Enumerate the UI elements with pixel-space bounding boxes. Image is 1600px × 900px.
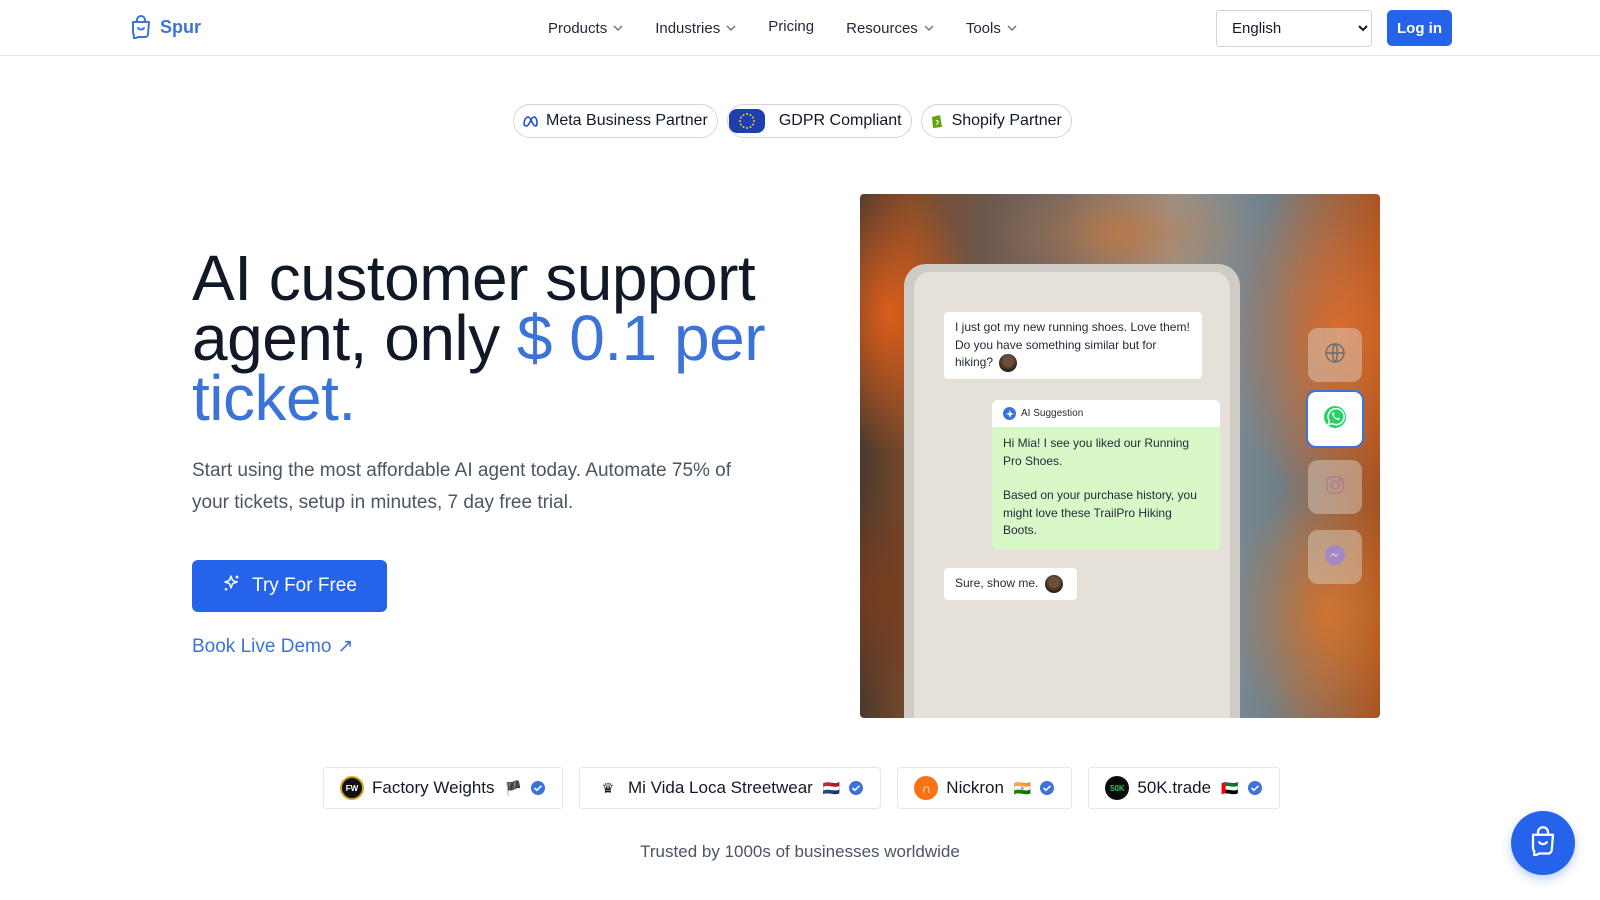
phone-mockup: I just got my new running shoes. Love th… [904, 264, 1240, 718]
language-select[interactable]: English [1216, 10, 1372, 47]
client-logos: FW Factory Weights 🏴 ♛ Mi Vida Loca Stre… [323, 767, 1280, 809]
main-nav: Products Industries Pricing Resources To… [548, 0, 1049, 56]
nav-industries-label: Industries [655, 19, 721, 37]
nav-products-label: Products [548, 19, 608, 37]
ai-reply-line-1: Hi Mia! I see you liked our Running Pro … [1003, 436, 1190, 468]
chevron-down-icon [726, 23, 736, 33]
hero-subtitle: Start using the most affordable AI agent… [192, 460, 732, 513]
avatar [1044, 575, 1063, 593]
sparkle-icon [222, 573, 242, 599]
flag-india-icon: 🇮🇳 [1013, 779, 1032, 796]
flag-england-icon: 🏴 [504, 779, 522, 796]
50k-trade-logo: 50K [1105, 776, 1130, 800]
customer-reply: Sure, show me. [944, 568, 1077, 600]
customer-reply-text: Sure, show me. [955, 576, 1039, 591]
flag-uae-icon: 🇦🇪 [1221, 779, 1239, 796]
ai-badge-icon [1003, 407, 1016, 420]
customer-message-text: I just got my new running shoes. Love th… [955, 320, 1190, 370]
mi-vida-loca-logo: ♛ [595, 776, 620, 800]
nav-pricing-label: Pricing [768, 17, 815, 35]
client-card: ♛ Mi Vida Loca Streetwear 🇳🇱 [578, 767, 882, 809]
factory-weights-logo: FW [340, 776, 364, 800]
messenger-icon [1322, 542, 1348, 573]
badge-shopify: Shopify Partner [920, 104, 1072, 138]
badge-gdpr: GDPR Compliant [726, 104, 912, 138]
verified-icon [1039, 780, 1055, 796]
nickron-logo: ∩ [914, 776, 939, 800]
nav-products[interactable]: Products [548, 20, 623, 37]
hero-title: AI customer support agent, only $ 0.1 pe… [192, 246, 792, 430]
instagram-icon [1323, 473, 1347, 502]
ai-suggestion-header: AI Suggestion [992, 400, 1220, 427]
channel-messenger[interactable] [1308, 530, 1362, 584]
client-card: ∩ Nickron 🇮🇳 [897, 767, 1073, 809]
shopping-bag-chat-icon [1529, 825, 1557, 861]
hero-image-panel: I just got my new running shoes. Love th… [860, 194, 1380, 718]
brand-logo[interactable]: Spur [130, 14, 201, 40]
site-header: Spur Products Industries Pricing Resourc… [0, 0, 1600, 56]
avatar [999, 354, 1018, 372]
try-for-free-label: Try For Free [252, 575, 357, 596]
chevron-down-icon [924, 23, 934, 33]
meta-icon [522, 115, 538, 127]
badge-shopify-label: Shopify Partner [951, 112, 1062, 129]
arrow-up-right-icon: ↗ [337, 636, 354, 657]
whatsapp-icon [1322, 404, 1348, 435]
chat-screen: I just got my new running shoes. Love th… [914, 272, 1230, 718]
globe-icon [1323, 341, 1347, 370]
verified-icon [530, 780, 546, 796]
nav-resources-label: Resources [846, 19, 918, 37]
channel-web[interactable] [1308, 328, 1362, 382]
badge-gdpr-label: GDPR Compliant [778, 112, 902, 129]
ai-reply: Hi Mia! I see you liked our Running Pro … [992, 427, 1220, 550]
nav-resources[interactable]: Resources [846, 20, 934, 37]
flag-netherlands-icon: 🇳🇱 [822, 779, 841, 796]
brand-name: Spur [160, 16, 202, 37]
nav-industries[interactable]: Industries [655, 20, 736, 37]
login-button[interactable]: Log in [1387, 10, 1452, 46]
client-card: 50K 50K.trade 🇦🇪 [1088, 767, 1280, 809]
client-name: Factory Weights [372, 778, 495, 797]
shopping-bag-chat-icon [130, 14, 152, 40]
ai-suggestion-card: AI Suggestion Hi Mia! I see you liked ou… [992, 400, 1220, 550]
customer-message: I just got my new running shoes. Love th… [944, 312, 1202, 379]
verified-icon [848, 780, 864, 796]
chat-widget-button[interactable] [1511, 811, 1575, 875]
chevron-down-icon [613, 23, 623, 33]
eu-flag-icon [728, 109, 765, 133]
nav-tools[interactable]: Tools [966, 20, 1017, 37]
ai-reply-line-2: Based on your purchase history, you migh… [1003, 488, 1197, 537]
client-name: Mi Vida Loca Streetwear [627, 778, 813, 797]
book-live-demo-label: Book Live Demo [192, 635, 332, 657]
ai-suggestion-label: AI Suggestion [1021, 408, 1084, 419]
partner-badges: Meta Business Partner GDPR Compliant Sho… [513, 104, 1072, 138]
nav-pricing[interactable]: Pricing [768, 18, 814, 35]
client-card: FW Factory Weights 🏴 [323, 767, 563, 809]
client-name: 50K.trade [1137, 778, 1212, 797]
shopify-icon [930, 113, 944, 129]
try-for-free-button[interactable]: Try For Free [192, 560, 387, 612]
badge-meta-label: Meta Business Partner [546, 112, 708, 129]
nav-tools-label: Tools [965, 19, 1001, 37]
book-live-demo-link[interactable]: Book Live Demo ↗ [192, 635, 353, 658]
channel-whatsapp[interactable] [1306, 390, 1364, 448]
client-name: Nickron [946, 778, 1004, 797]
verified-icon [1247, 780, 1263, 796]
badge-meta: Meta Business Partner [513, 104, 718, 138]
trusted-by-text: Trusted by 1000s of businesses worldwide [640, 842, 960, 861]
channel-instagram[interactable] [1308, 460, 1362, 514]
chevron-down-icon [1007, 23, 1017, 33]
